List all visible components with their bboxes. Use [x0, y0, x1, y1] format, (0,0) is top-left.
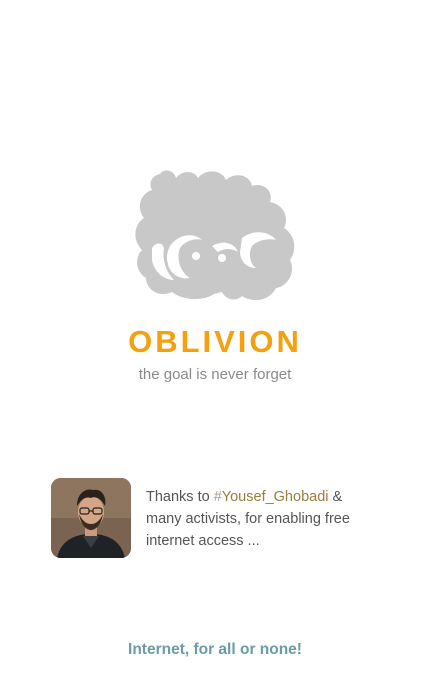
mention-link[interactable]: Yousef_Ghobadi [222, 489, 329, 505]
hashtag-symbol: # [213, 489, 222, 505]
footer-slogan: Internet, for all or none! [128, 641, 302, 658]
app-title: OBLIVION [128, 324, 302, 359]
app-tagline: the goal is never forget [138, 366, 292, 383]
credit-card: Thanks to #Yousef_Ghobadi & many activis… [51, 478, 381, 558]
avatar [51, 478, 131, 558]
credit-text: Thanks to #Yousef_Ghobadi & many activis… [146, 486, 376, 552]
app-logo-icon [130, 168, 300, 304]
credit-prefix: Thanks to [146, 489, 214, 505]
